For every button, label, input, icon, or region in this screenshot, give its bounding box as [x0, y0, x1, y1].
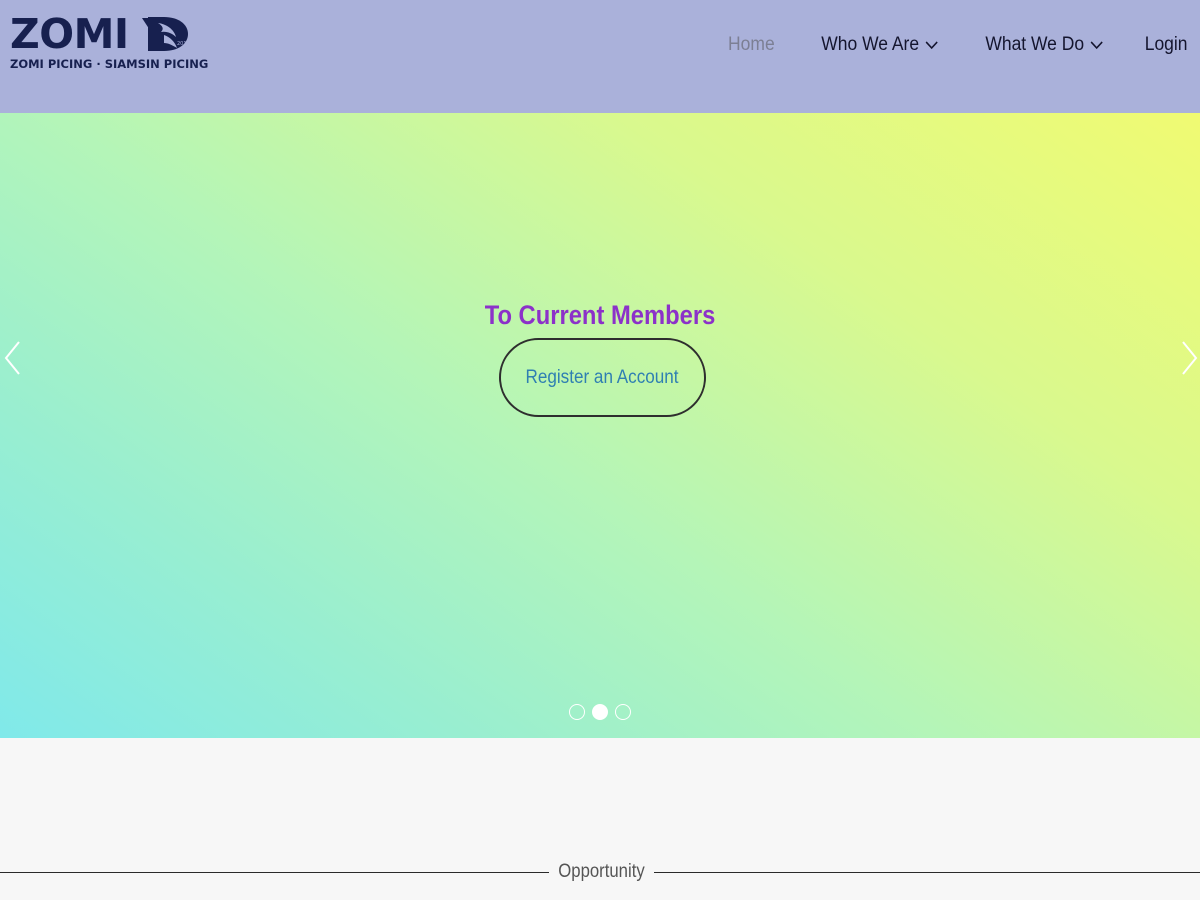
divider-line	[0, 872, 549, 873]
carousel-indicators	[569, 704, 638, 720]
site-header: ZOMI Y 2018 ZOMI PICING · SIAMSIN PICING…	[0, 0, 1200, 113]
register-account-button[interactable]: Register an Account	[499, 338, 706, 417]
carousel-dot-2[interactable]	[592, 704, 608, 720]
main-nav: Home Who We Are What We Do Login	[688, 30, 1187, 60]
bird-d-logo-icon: 2018	[148, 17, 190, 51]
carousel-dot-3[interactable]	[615, 704, 631, 720]
chevron-left-icon[interactable]	[2, 338, 24, 378]
chevron-right-icon[interactable]	[1178, 338, 1200, 378]
divider-line	[654, 872, 1200, 873]
nav-home-label: Home	[728, 34, 775, 55]
hero-carousel: To Current Members Register an Account	[0, 113, 1200, 738]
nav-who-we-are-label: Who We Are	[821, 34, 919, 55]
hero-title: To Current Members	[484, 300, 716, 330]
nav-login[interactable]: Login	[1144, 34, 1187, 56]
section-divider: Opportunity	[0, 858, 1200, 888]
nav-who-we-are[interactable]: Who We Are	[821, 34, 939, 56]
section-heading-opportunity: Opportunity	[558, 861, 645, 882]
site-logo[interactable]: ZOMI Y 2018 ZOMI PICING · SIAMSIN PICING	[10, 12, 208, 74]
chevron-down-icon	[925, 41, 938, 50]
nav-what-we-do-label: What We Do	[985, 34, 1085, 55]
logo-tagline: ZOMI PICING · SIAMSIN PICING	[10, 57, 209, 71]
register-account-button-label: Register an Account	[525, 366, 680, 388]
svg-text:2018: 2018	[177, 41, 190, 47]
nav-login-label: Login	[1144, 34, 1187, 55]
carousel-dot-1[interactable]	[569, 704, 585, 720]
nav-what-we-do[interactable]: What We Do	[985, 34, 1104, 56]
chevron-down-icon	[1091, 41, 1104, 50]
nav-home[interactable]: Home	[728, 34, 775, 56]
